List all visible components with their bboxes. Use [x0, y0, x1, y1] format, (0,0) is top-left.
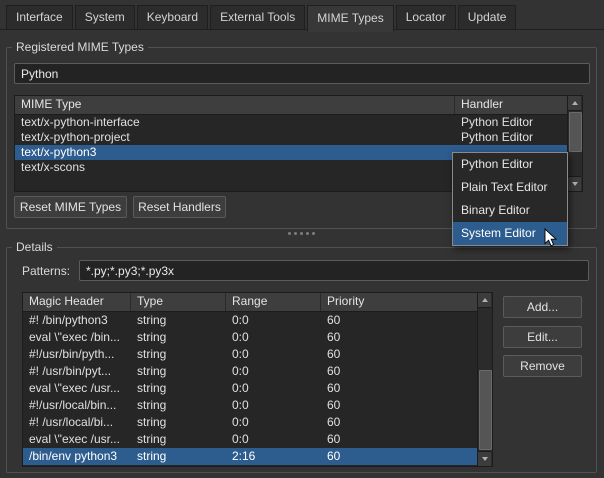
- magic-header-row[interactable]: #! /usr/bin/pyt... string 0:0 60: [23, 363, 478, 380]
- patterns-input[interactable]: [79, 260, 589, 281]
- magic-cell: eval \"exec /usr...: [23, 431, 131, 448]
- splitter-dots-icon: [288, 232, 291, 235]
- magic-header-row-selected[interactable]: /bin/env python3 string 2:16 60: [23, 448, 478, 465]
- type-cell: string: [131, 397, 226, 414]
- group-title: Registered MIME Types: [12, 40, 148, 54]
- column-header-range[interactable]: Range: [226, 293, 321, 311]
- scroll-up-button[interactable]: [478, 293, 491, 308]
- tab-mime-types[interactable]: MIME Types: [307, 5, 393, 32]
- remove-button[interactable]: Remove: [503, 355, 582, 377]
- column-header-magic-header[interactable]: Magic Header: [23, 293, 131, 311]
- magic-headers-scrollbar[interactable]: [477, 293, 492, 466]
- priority-cell: 60: [321, 397, 478, 414]
- mime-filter-input[interactable]: [14, 63, 590, 84]
- column-header-mime-type[interactable]: MIME Type: [15, 96, 455, 114]
- scroll-down-button[interactable]: [478, 451, 491, 466]
- settings-window: Interface System Keyboard External Tools…: [0, 0, 604, 478]
- mime-table-header: MIME Type Handler: [15, 96, 568, 115]
- priority-cell: 60: [321, 380, 478, 397]
- scroll-thumb[interactable]: [569, 112, 582, 152]
- magic-headers-header: Magic Header Type Range Priority: [23, 293, 478, 312]
- range-cell: 0:0: [226, 380, 321, 397]
- type-cell: string: [131, 431, 226, 448]
- tab-system[interactable]: System: [75, 5, 135, 29]
- patterns-label: Patterns:: [22, 263, 70, 279]
- tab-interface[interactable]: Interface: [6, 5, 73, 29]
- tab-locator[interactable]: Locator: [396, 5, 456, 29]
- mime-type-cell: text/x-python3: [15, 145, 455, 160]
- reset-handlers-button[interactable]: Reset Handlers: [133, 196, 226, 218]
- scroll-thumb[interactable]: [479, 370, 492, 450]
- edit-button[interactable]: Edit...: [503, 326, 582, 348]
- range-cell: 0:0: [226, 414, 321, 431]
- magic-cell: #!/usr/local/bin...: [23, 397, 131, 414]
- priority-cell: 60: [321, 346, 478, 363]
- range-cell: 0:0: [226, 397, 321, 414]
- magic-header-row[interactable]: #! /usr/local/bi... string 0:0 60: [23, 414, 478, 431]
- type-cell: string: [131, 346, 226, 363]
- triangle-up-icon: [572, 101, 578, 105]
- tab-keyboard[interactable]: Keyboard: [137, 5, 208, 29]
- tab-update[interactable]: Update: [458, 5, 517, 29]
- magic-header-row[interactable]: eval \"exec /usr... string 0:0 60: [23, 431, 478, 448]
- magic-cell: #! /usr/bin/pyt...: [23, 363, 131, 380]
- triangle-down-icon: [482, 457, 488, 461]
- magic-cell: eval \"exec /usr...: [23, 380, 131, 397]
- mime-type-cell: text/x-python-project: [15, 130, 455, 145]
- magic-header-row[interactable]: eval \"exec /bin... string 0:0 60: [23, 329, 478, 346]
- magic-header-row[interactable]: #!/usr/local/bin... string 0:0 60: [23, 397, 478, 414]
- mouse-cursor-icon: [544, 228, 557, 250]
- type-cell: string: [131, 329, 226, 346]
- column-header-handler[interactable]: Handler: [455, 96, 568, 114]
- reset-mime-types-button[interactable]: Reset MIME Types: [14, 196, 127, 218]
- range-cell: 0:0: [226, 329, 321, 346]
- triangle-up-icon: [482, 298, 488, 302]
- mime-table-scrollbar[interactable]: [567, 96, 582, 191]
- range-cell: 0:0: [226, 346, 321, 363]
- range-cell: 2:16: [226, 448, 321, 465]
- type-cell: string: [131, 380, 226, 397]
- handler-cell: Python Editor: [455, 130, 568, 145]
- priority-cell: 60: [321, 312, 478, 329]
- magic-cell: #!/usr/bin/pyth...: [23, 346, 131, 363]
- add-button[interactable]: Add...: [503, 296, 582, 318]
- range-cell: 0:0: [226, 363, 321, 380]
- scroll-up-button[interactable]: [568, 96, 581, 111]
- priority-cell: 60: [321, 329, 478, 346]
- mime-table-row[interactable]: text/x-python-project Python Editor: [15, 130, 568, 145]
- magic-headers-content: Magic Header Type Range Priority #! /bin…: [23, 293, 478, 465]
- column-header-type[interactable]: Type: [131, 293, 226, 311]
- menu-item-python-editor[interactable]: Python Editor: [453, 153, 567, 176]
- magic-headers-table: Magic Header Type Range Priority #! /bin…: [22, 292, 493, 467]
- magic-header-row[interactable]: #! /bin/python3 string 0:0 60: [23, 312, 478, 329]
- column-header-priority[interactable]: Priority: [321, 293, 478, 311]
- magic-cell: eval \"exec /bin...: [23, 329, 131, 346]
- mime-table-row[interactable]: text/x-python-interface Python Editor: [15, 115, 568, 130]
- magic-header-row[interactable]: #!/usr/bin/pyth... string 0:0 60: [23, 346, 478, 363]
- type-cell: string: [131, 448, 226, 465]
- mime-type-cell: text/x-scons: [15, 160, 455, 175]
- magic-cell: #! /usr/local/bi...: [23, 414, 131, 431]
- scroll-down-button[interactable]: [568, 176, 581, 191]
- priority-cell: 60: [321, 431, 478, 448]
- priority-cell: 60: [321, 414, 478, 431]
- mime-type-cell: text/x-python-interface: [15, 115, 455, 130]
- menu-item-plain-text-editor[interactable]: Plain Text Editor: [453, 176, 567, 199]
- group-title: Details: [12, 240, 57, 254]
- tab-external-tools[interactable]: External Tools: [210, 5, 305, 29]
- priority-cell: 60: [321, 448, 478, 465]
- magic-header-row[interactable]: eval \"exec /usr... string 0:0 60: [23, 380, 478, 397]
- type-cell: string: [131, 363, 226, 380]
- handler-cell: Python Editor: [455, 115, 568, 130]
- menu-item-binary-editor[interactable]: Binary Editor: [453, 199, 567, 222]
- priority-cell: 60: [321, 363, 478, 380]
- range-cell: 0:0: [226, 431, 321, 448]
- type-cell: string: [131, 312, 226, 329]
- triangle-down-icon: [572, 182, 578, 186]
- range-cell: 0:0: [226, 312, 321, 329]
- tab-bar: Interface System Keyboard External Tools…: [6, 5, 518, 30]
- type-cell: string: [131, 414, 226, 431]
- magic-cell: #! /bin/python3: [23, 312, 131, 329]
- magic-cell: /bin/env python3: [23, 448, 131, 465]
